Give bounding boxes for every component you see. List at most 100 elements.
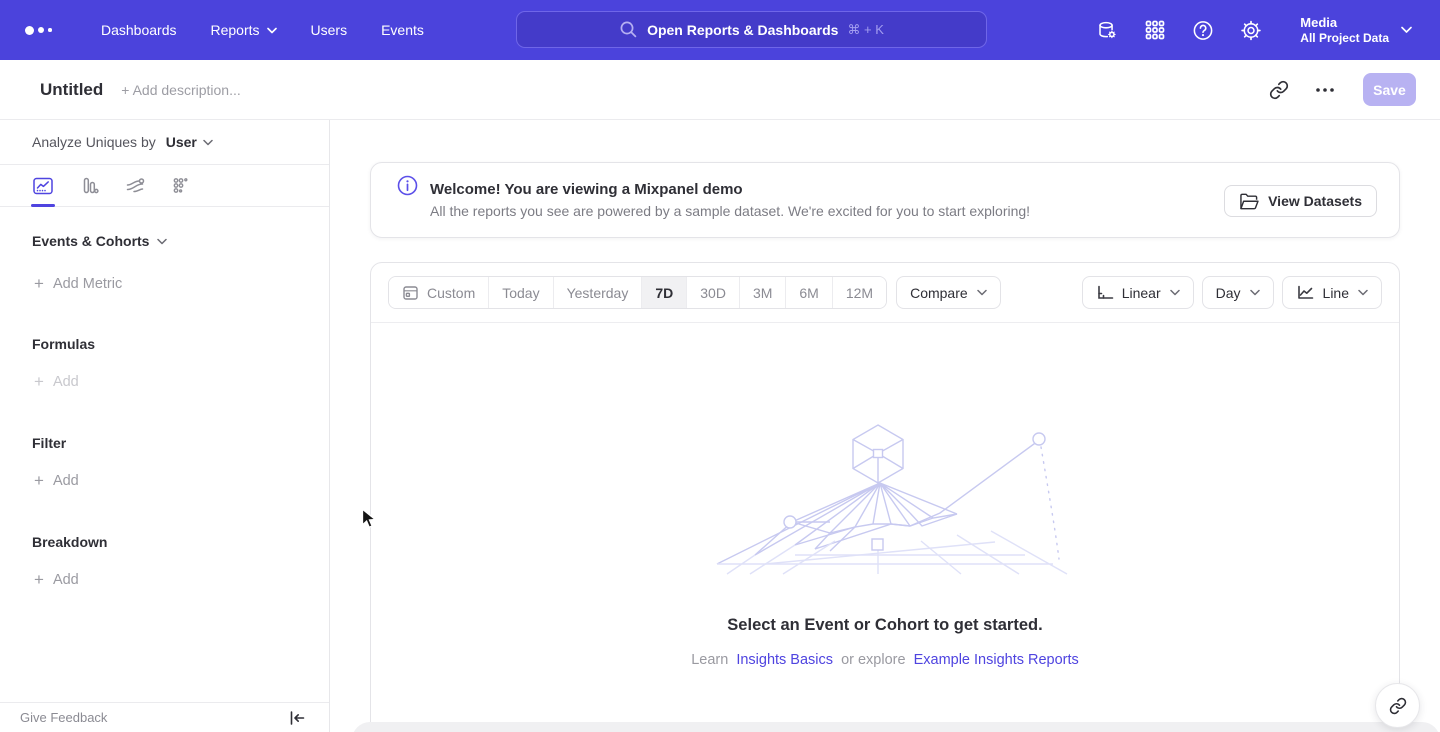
tab-retention-dots[interactable] — [158, 165, 204, 206]
mixpanel-logo-icon[interactable] — [25, 26, 59, 35]
bar-chart-tab-icon — [78, 175, 100, 197]
date-range-label: Custom — [427, 285, 475, 301]
more-options-button[interactable] — [1311, 76, 1339, 104]
date-range-3m[interactable]: 3M — [739, 277, 785, 308]
compare-button[interactable]: Compare — [896, 276, 1001, 309]
analyze-label: Analyze Uniques by — [32, 134, 156, 150]
chevron-down-icon — [1358, 289, 1368, 296]
breakdown-label: Breakdown — [32, 534, 107, 550]
add-formula-button[interactable]: + Add — [0, 373, 329, 390]
date-range-label: Today — [502, 285, 539, 301]
help-icon[interactable] — [1192, 19, 1214, 41]
formulas-label: Formulas — [32, 336, 95, 352]
global-search[interactable]: Open Reports & Dashboards ⌘ + K — [516, 11, 987, 48]
ellipsis-icon — [1316, 88, 1334, 92]
add-metric-button[interactable]: + Add Metric — [0, 275, 329, 292]
insights-report-card: Custom Today Yesterday 7D 30D 3M 6M 12M … — [370, 262, 1400, 732]
nav-item-users[interactable]: Users — [311, 22, 348, 38]
report-title-bar: Untitled + Add description... Save — [0, 60, 1440, 120]
report-title[interactable]: Untitled — [40, 80, 103, 100]
add-formula-label: Add — [53, 374, 79, 390]
nav-item-events[interactable]: Events — [381, 22, 424, 38]
share-link-floating-button[interactable] — [1375, 683, 1420, 728]
chevron-down-icon — [1250, 289, 1260, 296]
collapse-sidebar-button[interactable] — [289, 711, 305, 725]
date-range-12m[interactable]: 12M — [832, 277, 886, 308]
chart-type-label: Line — [1323, 285, 1349, 301]
search-placeholder: Open Reports & Dashboards — [647, 22, 838, 38]
plus-icon: + — [34, 373, 44, 390]
project-switcher[interactable]: Media All Project Data — [1300, 14, 1412, 46]
chart-controls: Custom Today Yesterday 7D 30D 3M 6M 12M … — [371, 263, 1399, 323]
scale-select[interactable]: Linear — [1082, 276, 1194, 309]
interval-label: Day — [1216, 285, 1241, 301]
settings-gear-icon[interactable] — [1240, 19, 1262, 41]
date-range-today[interactable]: Today — [488, 277, 552, 308]
mixpanel-insights-page: Dashboards Reports Users Events Open Rep… — [0, 0, 1440, 732]
insights-basics-link[interactable]: Insights Basics — [736, 652, 833, 668]
data-management-icon[interactable] — [1096, 19, 1118, 41]
analyze-by-select[interactable]: User — [166, 134, 213, 150]
empty-state-links: Learn Insights Basics or explore Example… — [371, 652, 1399, 668]
events-cohorts-section[interactable]: Events & Cohorts — [0, 233, 329, 249]
date-range-30d[interactable]: 30D — [686, 277, 739, 308]
compare-label: Compare — [910, 285, 968, 301]
date-range-yesterday[interactable]: Yesterday — [553, 277, 642, 308]
add-breakdown-button[interactable]: + Add — [0, 571, 329, 588]
date-range-custom[interactable]: Custom — [389, 277, 488, 308]
line-chart-icon — [1296, 285, 1315, 301]
plus-icon: + — [34, 571, 44, 588]
search-shortcut: ⌘ + K — [847, 22, 884, 38]
nav-item-dashboards[interactable]: Dashboards — [101, 22, 177, 38]
give-feedback-link[interactable]: Give Feedback — [20, 710, 107, 725]
plus-icon: + — [34, 275, 44, 292]
primary-nav: Dashboards Reports Users Events — [101, 22, 424, 38]
linear-axis-icon — [1096, 285, 1114, 301]
view-datasets-label: View Datasets — [1268, 193, 1362, 209]
date-range-picker: Custom Today Yesterday 7D 30D 3M 6M 12M — [388, 276, 887, 309]
date-range-6m[interactable]: 6M — [785, 277, 831, 308]
nav-item-reports[interactable]: Reports — [211, 22, 277, 38]
chevron-down-icon — [1401, 26, 1412, 34]
flows-tab-icon — [124, 175, 146, 197]
analyze-uniques-row: Analyze Uniques by User — [0, 120, 329, 165]
link-icon — [1389, 697, 1407, 715]
chevron-down-icon — [267, 27, 277, 34]
events-cohorts-label: Events & Cohorts — [32, 233, 149, 249]
empty-state: Select an Event or Cohort to get started… — [371, 323, 1399, 668]
calendar-icon — [402, 284, 419, 301]
plus-icon: + — [34, 472, 44, 489]
chart-type-select[interactable]: Line — [1282, 276, 1382, 309]
example-reports-link[interactable]: Example Insights Reports — [914, 652, 1079, 668]
copy-link-button[interactable] — [1265, 76, 1293, 104]
date-range-label: Yesterday — [567, 285, 629, 301]
info-icon — [397, 175, 418, 201]
filter-section: Filter — [0, 435, 329, 451]
empty-state-title: Select an Event or Cohort to get started… — [371, 616, 1399, 635]
project-scope: All Project Data — [1300, 31, 1389, 46]
nav-right-cluster: Media All Project Data — [1096, 0, 1440, 60]
tab-line-insights[interactable] — [20, 165, 66, 206]
banner-title: Welcome! You are viewing a Mixpanel demo — [430, 181, 1030, 198]
lower-section-edge — [352, 722, 1440, 732]
view-datasets-button[interactable]: View Datasets — [1224, 185, 1377, 217]
dots-grid-tab-icon — [170, 175, 192, 197]
tab-flows[interactable] — [112, 165, 158, 206]
tab-bar-chart[interactable] — [66, 165, 112, 206]
save-button[interactable]: Save — [1363, 73, 1416, 106]
collapse-left-icon — [289, 711, 305, 725]
main-content: Welcome! You are viewing a Mixpanel demo… — [330, 120, 1440, 732]
project-name: Media — [1300, 14, 1389, 31]
date-range-7d[interactable]: 7D — [641, 277, 686, 308]
sidebar-footer: Give Feedback — [0, 702, 329, 732]
add-breakdown-label: Add — [53, 572, 79, 588]
add-filter-button[interactable]: + Add — [0, 472, 329, 489]
report-actions: Save — [1265, 73, 1416, 106]
search-icon — [619, 20, 638, 39]
add-description-field[interactable]: + Add description... — [121, 82, 240, 98]
interval-select[interactable]: Day — [1202, 276, 1274, 309]
apps-grid-icon[interactable] — [1144, 19, 1166, 41]
scale-label: Linear — [1122, 285, 1161, 301]
folder-icon — [1239, 193, 1259, 210]
date-range-label: 7D — [655, 285, 673, 301]
